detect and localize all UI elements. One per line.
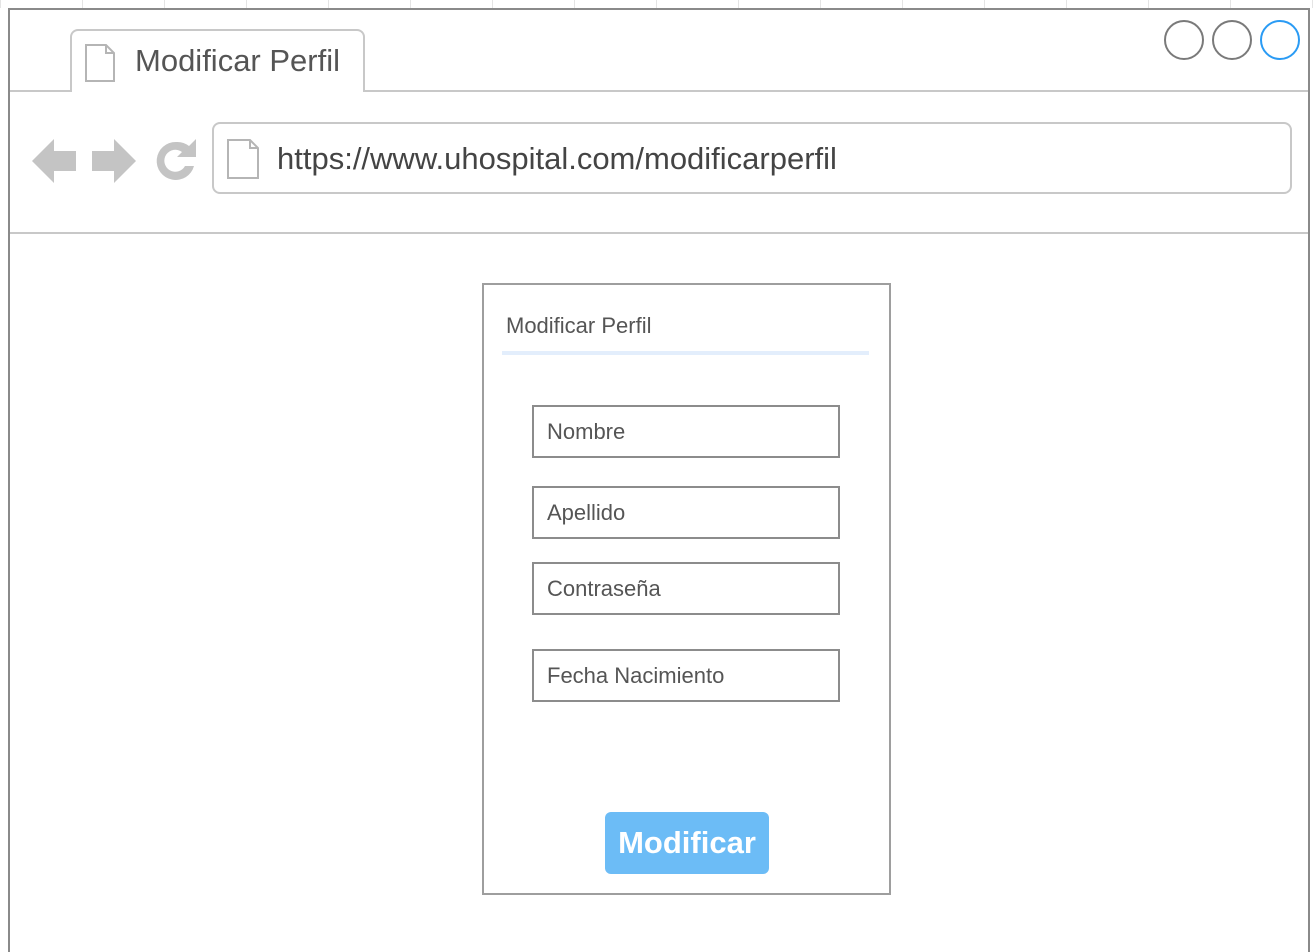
arrow-right-icon — [92, 139, 136, 183]
window-controls — [1164, 20, 1300, 60]
fecha-nacimiento-input[interactable] — [532, 649, 840, 702]
close-button[interactable] — [1260, 20, 1300, 60]
page-icon — [85, 44, 115, 82]
form-title: Modificar Perfil — [506, 313, 652, 338]
top-ruler — [0, 0, 1314, 8]
minimize-button[interactable] — [1164, 20, 1204, 60]
reload-button[interactable] — [152, 136, 200, 186]
navigation-bar: https://www.uhospital.com/modificarperfi… — [10, 92, 1308, 234]
url-text: https://www.uhospital.com/modificarperfi… — [277, 141, 837, 176]
tab-title: Modificar Perfil — [135, 43, 340, 78]
address-bar[interactable]: https://www.uhospital.com/modificarperfi… — [212, 122, 1292, 194]
modificar-button[interactable]: Modificar — [605, 812, 769, 874]
profile-form-card: Modificar Perfil Modificar — [482, 283, 891, 895]
nombre-input[interactable] — [532, 405, 840, 458]
browser-window: Modificar Perfil https://www.uhospital.c… — [8, 8, 1310, 952]
reload-icon — [156, 139, 196, 180]
maximize-button[interactable] — [1212, 20, 1252, 60]
title-underline — [502, 351, 869, 355]
page-icon — [227, 139, 259, 179]
tab-strip: Modificar Perfil — [10, 10, 1308, 94]
apellido-input[interactable] — [532, 486, 840, 539]
arrow-left-icon — [32, 139, 76, 183]
back-button[interactable] — [30, 136, 78, 186]
forward-button[interactable] — [90, 136, 138, 186]
browser-tab[interactable]: Modificar Perfil — [70, 29, 365, 94]
contrasena-input[interactable] — [532, 562, 840, 615]
canvas: Modificar Perfil https://www.uhospital.c… — [0, 0, 1314, 952]
